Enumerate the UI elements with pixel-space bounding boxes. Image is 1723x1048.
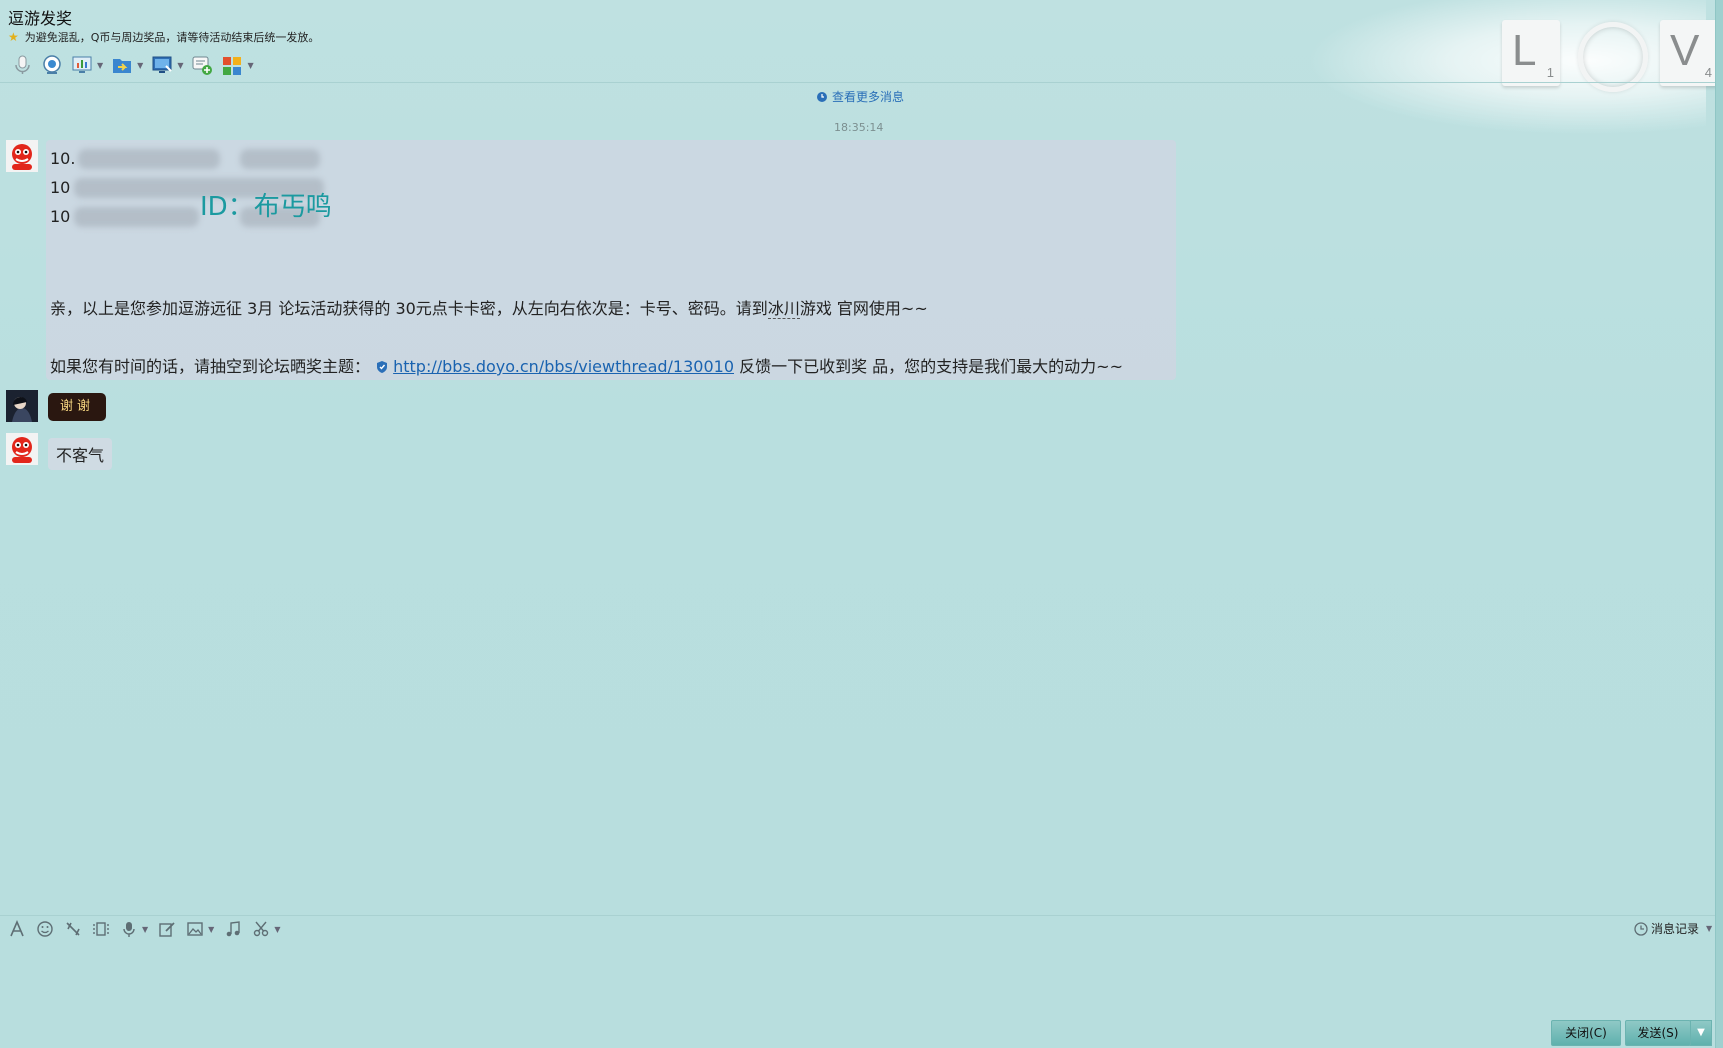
chevron-down-icon[interactable]: ▼: [97, 61, 103, 70]
camera-icon: [43, 55, 61, 74]
apps-grid-icon: [223, 57, 242, 75]
sender-avatar[interactable]: [6, 433, 38, 465]
font-button[interactable]: [8, 920, 26, 938]
top-toolbar: ▼ ▼ ▼ ▼: [8, 52, 257, 78]
letter-tile-v: V 4: [1660, 20, 1718, 86]
letter-tile-l: L 1: [1502, 20, 1560, 86]
chevron-down-icon[interactable]: ▼: [247, 61, 253, 70]
music-note-icon: [227, 921, 241, 937]
send-button[interactable]: 发送(S): [1625, 1020, 1691, 1046]
thanks-sticker-message: 谢谢: [48, 393, 106, 421]
folder-arrow-icon: [113, 59, 132, 73]
film-icon: [93, 922, 109, 936]
message-history-button[interactable]: 消息记录 ▼: [1634, 920, 1712, 937]
image-icon: [187, 922, 203, 936]
monitor-chart-icon: [72, 56, 92, 73]
send-options-dropdown[interactable]: ▼: [1690, 1020, 1712, 1046]
view-more-messages-link[interactable]: 查看更多消息: [816, 88, 904, 105]
clock-icon: [1634, 921, 1648, 936]
smiley-icon: [37, 921, 53, 937]
feedback-line: 如果您有时间的话，请抽空到论坛晒奖主题： http://bbs.doyo.cn/…: [50, 357, 1123, 376]
shake-button[interactable]: [64, 920, 82, 938]
voice-message-button[interactable]: ▼: [120, 920, 148, 938]
card-line-1: 10.: [50, 149, 76, 168]
window-title: 逗游发奖: [8, 9, 73, 28]
microphone-icon: [15, 55, 30, 74]
create-discussion-button[interactable]: [188, 52, 216, 78]
group-notice: ★ 为避免混乱，Q币与周边奖品，请等待活动结束后统一发放。: [8, 29, 319, 45]
star-icon: ★: [8, 30, 19, 44]
redacted-card-number: [78, 149, 220, 169]
remote-desktop-button[interactable]: ▼: [68, 52, 106, 78]
message-timestamp: 18:35:14: [834, 121, 884, 134]
font-icon: [10, 920, 24, 937]
notice-text: 为避免混乱，Q币与周边奖品，请等待活动结束后统一发放。: [24, 31, 320, 44]
scissors-icon: [254, 921, 269, 937]
chevron-down-icon: ▼: [1697, 1027, 1705, 1038]
screenshot-button[interactable]: ▼: [252, 920, 280, 938]
input-toolbar: ▼ ▼ ▼: [8, 920, 280, 938]
forum-thread-link[interactable]: http://bbs.doyo.cn/bbs/viewthread/130010: [393, 357, 734, 376]
message-body: 亲，以上是您参加逗游远征 3月 论坛活动获得的 30元点卡卡密，从左向右依次是：…: [50, 299, 928, 319]
apps-button[interactable]: ▼: [218, 52, 256, 78]
chevron-down-icon[interactable]: ▼: [274, 925, 280, 934]
sender-avatar[interactable]: [6, 140, 38, 172]
security-shield-icon: [377, 361, 388, 373]
shake-icon: [66, 922, 80, 936]
user-avatar[interactable]: [6, 390, 38, 422]
chevron-down-icon[interactable]: ▼: [208, 925, 214, 934]
edit-icon: [159, 922, 175, 937]
voice-call-button[interactable]: [8, 52, 36, 78]
chevron-down-icon: ▼: [1706, 924, 1713, 933]
add-chat-icon: [192, 56, 213, 75]
redacted-password: [240, 149, 320, 169]
microphone-icon: [123, 922, 135, 937]
music-button[interactable]: [224, 920, 242, 938]
chevron-down-icon[interactable]: ▼: [142, 925, 148, 934]
window-edge: [1715, 0, 1723, 1048]
magic-expression-button[interactable]: [92, 920, 110, 938]
emoji-button[interactable]: [36, 920, 54, 938]
send-image-button[interactable]: ▼: [186, 920, 214, 938]
id-watermark: ID：布丐鸣: [200, 192, 332, 222]
card-line-3: 10: [50, 207, 71, 226]
message-bubble: [46, 140, 1176, 380]
screen-share-icon: [152, 56, 173, 73]
screen-share-button[interactable]: ▼: [148, 52, 186, 78]
chat-window: L 1 V 4 逗游发奖 ★ 为避免混乱，Q币与周边奖品，请等待活动结束后统一发…: [0, 0, 1718, 1048]
close-button[interactable]: 关闭(C): [1551, 1020, 1621, 1046]
divider: [0, 82, 1716, 83]
video-call-button[interactable]: [38, 52, 66, 78]
clock-icon: [817, 91, 827, 102]
card-line-2: 10: [50, 178, 71, 197]
chevron-down-icon[interactable]: ▼: [177, 61, 183, 70]
redacted-card-number: [74, 207, 199, 227]
highlighted-keyword[interactable]: 冰川: [767, 299, 800, 319]
file-transfer-button[interactable]: ▼: [108, 52, 146, 78]
edit-button[interactable]: [158, 920, 176, 938]
chevron-down-icon[interactable]: ▼: [137, 61, 143, 70]
reply-message: 不客气: [48, 438, 113, 470]
divider: [0, 915, 1716, 916]
